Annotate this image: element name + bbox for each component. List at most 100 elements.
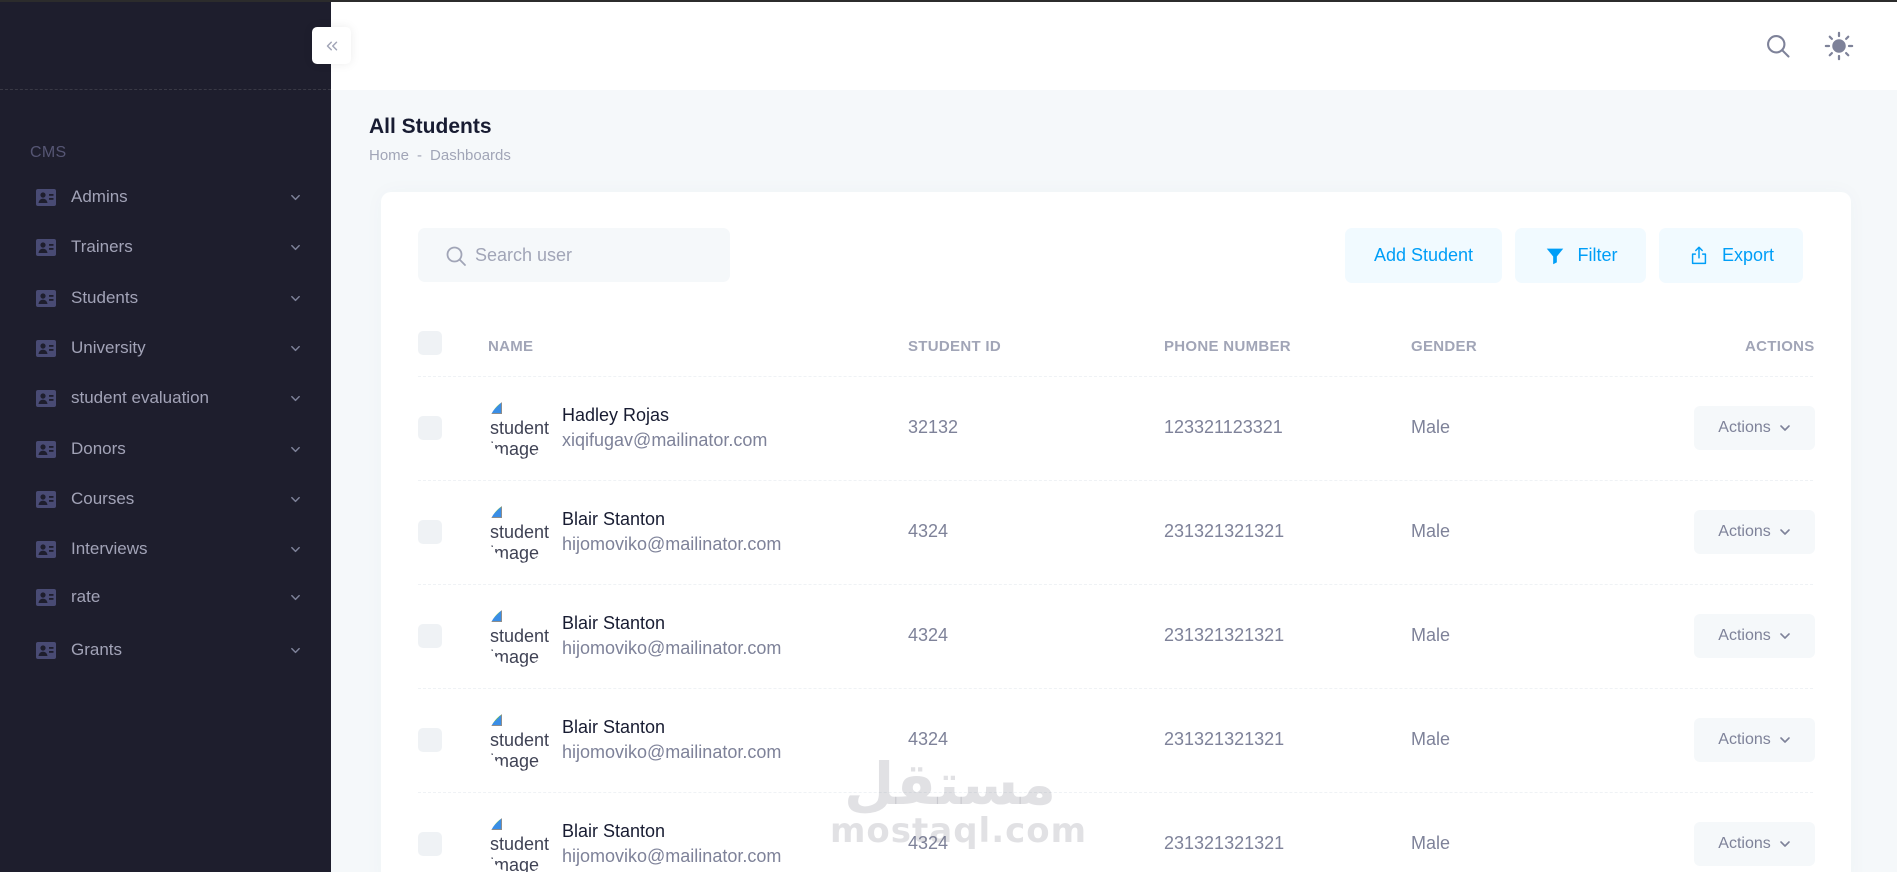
actions-label: Actions xyxy=(1718,835,1771,852)
chevron-down-icon xyxy=(291,295,300,302)
user-card-icon xyxy=(36,642,56,659)
breadcrumb: Home - Dashboards xyxy=(369,147,511,164)
student-phone: 123321123321 xyxy=(1164,417,1283,437)
sidebar-item-interviews[interactable]: Interviews xyxy=(0,529,331,569)
breadcrumb-separator: - xyxy=(417,147,423,164)
sidebar-item-admins[interactable]: Admins xyxy=(0,177,331,217)
sidebar-item-label: rate xyxy=(71,587,101,606)
avatar-alt-text: student image xyxy=(490,834,550,872)
breadcrumb-home[interactable]: Home xyxy=(369,147,409,164)
user-card-icon xyxy=(36,290,56,307)
chevron-down-icon xyxy=(291,546,300,553)
sidebar-collapse-button[interactable] xyxy=(312,27,351,64)
chevron-down-icon xyxy=(1779,633,1790,639)
sidebar-item-label: Trainers xyxy=(71,237,133,256)
add-student-button[interactable]: Add Student xyxy=(1345,228,1502,283)
user-card-icon xyxy=(36,589,56,606)
chevron-down-icon xyxy=(291,594,300,601)
row-checkbox[interactable] xyxy=(418,520,442,544)
column-header-gender[interactable]: GENDER xyxy=(1411,338,1477,355)
chevron-down-icon xyxy=(291,446,300,453)
row-checkbox[interactable] xyxy=(418,728,442,752)
student-phone: 231321321321 xyxy=(1164,625,1285,645)
filter-icon xyxy=(1546,248,1563,264)
student-gender: Male xyxy=(1411,833,1451,853)
chevron-down-icon xyxy=(291,244,300,251)
chevron-down-icon xyxy=(1779,529,1790,535)
export-button[interactable]: Export xyxy=(1659,228,1803,283)
filter-label: Filter xyxy=(1577,245,1618,265)
user-card-icon xyxy=(36,441,56,458)
search-icon[interactable] xyxy=(1764,32,1792,60)
student-name[interactable]: Blair Stanton xyxy=(562,613,665,634)
double-chevron-left-icon xyxy=(326,41,337,50)
sidebar-item-label: Courses xyxy=(71,489,135,508)
search-user-box xyxy=(418,228,730,282)
student-name[interactable]: Blair Stanton xyxy=(562,717,665,738)
actions-label: Actions xyxy=(1718,627,1771,644)
sidebar-item-grants[interactable]: Grants xyxy=(0,630,331,670)
student-email: hijomoviko@mailinator.com xyxy=(562,846,782,866)
chevron-down-icon xyxy=(1779,425,1790,431)
row-divider xyxy=(418,584,1813,585)
row-checkbox[interactable] xyxy=(418,624,442,648)
sidebar: CMS Admins Trainers Students University stud… xyxy=(0,0,331,872)
student-id: 4324 xyxy=(908,729,949,749)
sidebar-item-trainers[interactable]: Trainers xyxy=(0,227,331,267)
sidebar-item-university[interactable]: University xyxy=(0,328,331,368)
column-header-phone-number[interactable]: PHONE NUMBER xyxy=(1164,338,1291,355)
row-actions-button[interactable]: Actions xyxy=(1694,822,1815,866)
filter-button[interactable]: Filter xyxy=(1515,228,1646,283)
student-id: 4324 xyxy=(908,521,949,541)
search-user-input[interactable] xyxy=(475,228,715,282)
student-phone: 231321321321 xyxy=(1164,833,1285,853)
row-checkbox[interactable] xyxy=(418,416,442,440)
row-actions-button[interactable]: Actions xyxy=(1694,614,1815,658)
search-icon xyxy=(446,246,466,266)
row-divider xyxy=(418,792,1813,793)
chevron-down-icon xyxy=(1779,737,1790,743)
student-email: hijomoviko@mailinator.com xyxy=(562,534,782,554)
row-actions-button[interactable]: Actions xyxy=(1694,718,1815,762)
row-actions-button[interactable]: Actions xyxy=(1694,406,1815,450)
sidebar-item-label: Students xyxy=(71,288,139,307)
row-checkbox[interactable] xyxy=(418,832,442,856)
column-header-actions: ACTIONS xyxy=(1745,338,1815,355)
actions-label: Actions xyxy=(1718,731,1771,748)
student-avatar: student image xyxy=(488,397,550,459)
student-avatar: student image xyxy=(488,709,550,771)
sidebar-item-label: Donors xyxy=(71,439,126,458)
row-divider xyxy=(418,480,1813,481)
sidebar-item-donors[interactable]: Donors xyxy=(0,429,331,469)
student-name[interactable]: Blair Stanton xyxy=(562,509,665,530)
sidebar-item-courses[interactable]: Courses xyxy=(0,479,331,519)
student-gender: Male xyxy=(1411,729,1451,749)
window-top-border xyxy=(0,0,1897,2)
student-email: xiqifugav@mailinator.com xyxy=(562,430,768,450)
row-actions-button[interactable]: Actions xyxy=(1694,510,1815,554)
student-name[interactable]: Blair Stanton xyxy=(562,821,665,842)
select-all-checkbox[interactable] xyxy=(418,331,442,355)
export-label: Export xyxy=(1721,245,1775,265)
sidebar-item-label: Grants xyxy=(71,640,123,659)
student-id: 4324 xyxy=(908,625,949,645)
student-id: 32132 xyxy=(908,417,959,437)
chevron-down-icon xyxy=(1779,841,1790,847)
top-header xyxy=(331,2,1897,90)
column-header-student-id[interactable]: STUDENT ID xyxy=(908,338,1001,355)
breadcrumb-dashboards[interactable]: Dashboards xyxy=(430,147,511,164)
user-card-icon xyxy=(36,491,56,508)
students-card xyxy=(381,192,1851,872)
column-header-name[interactable]: NAME xyxy=(488,338,533,355)
student-id: 4324 xyxy=(908,833,949,853)
sidebar-item-students[interactable]: Students xyxy=(0,278,331,318)
row-divider xyxy=(418,688,1813,689)
sidebar-item-label: University xyxy=(71,338,146,357)
sun-icon[interactable] xyxy=(1824,31,1854,61)
student-name[interactable]: Hadley Rojas xyxy=(562,405,669,426)
user-card-icon xyxy=(36,390,56,407)
sidebar-item-rate[interactable]: rate xyxy=(0,577,331,617)
chevron-down-icon xyxy=(291,647,300,654)
sidebar-item-student-evaluation[interactable]: student evaluation xyxy=(0,378,331,418)
student-phone: 231321321321 xyxy=(1164,729,1285,749)
